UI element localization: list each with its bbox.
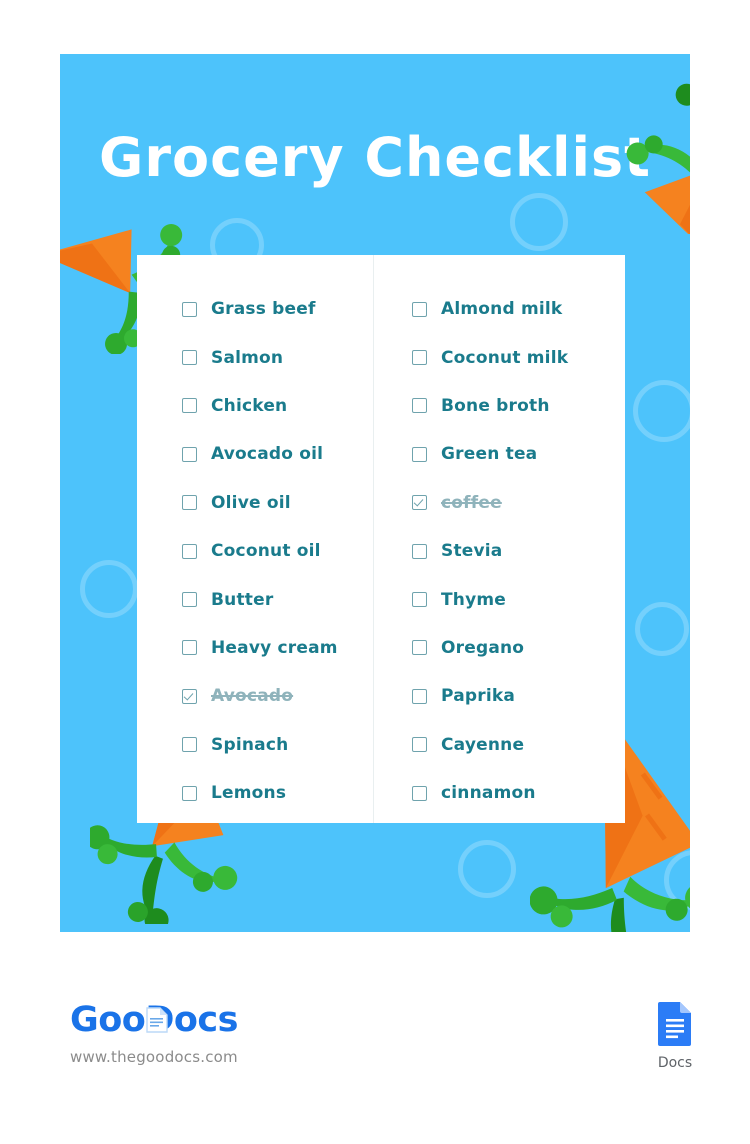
google-docs-badge[interactable]: Docs bbox=[645, 1001, 705, 1071]
list-item[interactable]: Avocado bbox=[182, 672, 373, 720]
list-item[interactable]: Butter bbox=[182, 575, 373, 623]
list-item[interactable]: Stevia bbox=[412, 527, 625, 575]
list-item-label: Spinach bbox=[211, 734, 289, 755]
footer: GooDocs www.thegoodocs.com Docs bbox=[0, 985, 750, 1095]
list-item-label: cinnamon bbox=[441, 783, 536, 804]
document-icon bbox=[146, 1005, 168, 1033]
list-item[interactable]: Cayenne bbox=[412, 721, 625, 769]
list-item-label: Avocado bbox=[211, 686, 294, 707]
checklist-card: Grass beef Salmon Chicken Avocado oil Ol… bbox=[137, 255, 625, 823]
checkbox-icon[interactable] bbox=[412, 640, 427, 656]
list-item-label: Thyme bbox=[441, 589, 507, 610]
circle-5 bbox=[635, 602, 689, 656]
list-item[interactable]: Bone broth bbox=[412, 382, 625, 430]
checkbox-icon[interactable] bbox=[182, 640, 197, 656]
checkbox-icon[interactable] bbox=[182, 446, 197, 462]
checkbox-icon[interactable] bbox=[182, 737, 197, 753]
checkbox-icon[interactable] bbox=[412, 737, 427, 753]
google-docs-icon bbox=[657, 1002, 693, 1051]
list-item[interactable]: Green tea bbox=[412, 430, 625, 478]
list-item-label: Coconut milk bbox=[441, 347, 569, 368]
carrot-top-right bbox=[600, 74, 690, 261]
list-item[interactable]: Avocado oil bbox=[182, 430, 373, 478]
list-item[interactable]: Olive oil bbox=[182, 479, 373, 527]
list-item-label: Avocado oil bbox=[211, 444, 324, 465]
checkbox-icon[interactable] bbox=[412, 592, 427, 608]
list-item[interactable]: Coconut oil bbox=[182, 527, 373, 575]
list-item-label: Salmon bbox=[211, 347, 284, 368]
list-item[interactable]: cinnamon bbox=[412, 769, 625, 817]
list-item-label: Paprika bbox=[441, 686, 516, 707]
circle-6 bbox=[458, 840, 516, 898]
circle-4 bbox=[80, 560, 138, 618]
poster-panel: Grocery Checklist Grass beef Salmon Chic… bbox=[60, 54, 690, 932]
circle-1 bbox=[510, 193, 568, 251]
list-item[interactable]: Grass beef bbox=[182, 285, 373, 333]
list-item-label: Oregano bbox=[441, 637, 525, 658]
checkbox-icon[interactable] bbox=[182, 301, 197, 317]
brand-goo: Goo bbox=[70, 1000, 146, 1040]
goodocs-brand[interactable]: GooDocs www.thegoodocs.com bbox=[70, 1000, 239, 1067]
list-item[interactable]: Chicken bbox=[182, 382, 373, 430]
checkbox-icon[interactable] bbox=[412, 446, 427, 462]
checkbox-icon[interactable] bbox=[182, 785, 197, 801]
checkbox-icon[interactable] bbox=[182, 592, 197, 608]
list-item-label: Coconut oil bbox=[211, 541, 321, 562]
list-item[interactable]: Oregano bbox=[412, 624, 625, 672]
checkbox-checked-icon[interactable] bbox=[182, 688, 197, 704]
list-item-label: Lemons bbox=[211, 783, 287, 804]
list-item[interactable]: coffee bbox=[412, 479, 625, 527]
circle-3 bbox=[633, 380, 690, 442]
list-item[interactable]: Thyme bbox=[412, 575, 625, 623]
brand-url[interactable]: www.thegoodocs.com bbox=[70, 1048, 238, 1066]
checkbox-icon[interactable] bbox=[412, 785, 427, 801]
list-item[interactable]: Salmon bbox=[182, 333, 373, 381]
list-item-label: Cayenne bbox=[441, 734, 525, 755]
list-item[interactable]: Paprika bbox=[412, 672, 625, 720]
list-item[interactable]: Heavy cream bbox=[182, 624, 373, 672]
list-item-label: Stevia bbox=[441, 541, 503, 562]
list-item[interactable]: Spinach bbox=[182, 721, 373, 769]
checkbox-icon[interactable] bbox=[412, 688, 427, 704]
checkbox-icon[interactable] bbox=[182, 350, 197, 366]
list-item-label: Heavy cream bbox=[211, 637, 338, 658]
list-item-label: Chicken bbox=[211, 395, 288, 416]
list-item-label: Bone broth bbox=[441, 395, 550, 416]
checklist-column-left: Grass beef Salmon Chicken Avocado oil Ol… bbox=[137, 255, 374, 823]
page-title: Grocery Checklist bbox=[99, 126, 651, 189]
checkbox-checked-icon[interactable] bbox=[412, 495, 427, 511]
list-item-label: Almond milk bbox=[441, 299, 563, 320]
list-item[interactable]: Almond milk bbox=[412, 285, 625, 333]
checkbox-icon[interactable] bbox=[412, 301, 427, 317]
google-docs-label: Docs bbox=[657, 1055, 693, 1071]
list-item-label: Grass beef bbox=[211, 299, 316, 320]
list-item-label: Olive oil bbox=[211, 492, 291, 513]
list-item[interactable]: Coconut milk bbox=[412, 333, 625, 381]
checkbox-icon[interactable] bbox=[182, 398, 197, 414]
checkbox-icon[interactable] bbox=[182, 543, 197, 559]
list-item-label: Butter bbox=[211, 589, 274, 610]
list-item-label: coffee bbox=[441, 492, 502, 513]
checkbox-icon[interactable] bbox=[412, 543, 427, 559]
list-item-label: Green tea bbox=[441, 444, 538, 465]
checklist-column-right: Almond milk Coconut milk Bone broth Gree… bbox=[374, 255, 625, 823]
checkbox-icon[interactable] bbox=[412, 398, 427, 414]
checkbox-icon[interactable] bbox=[412, 350, 427, 366]
list-item[interactable]: Lemons bbox=[182, 769, 373, 817]
brand-wordmark: GooDocs bbox=[70, 1000, 239, 1040]
checkbox-icon[interactable] bbox=[182, 495, 197, 511]
